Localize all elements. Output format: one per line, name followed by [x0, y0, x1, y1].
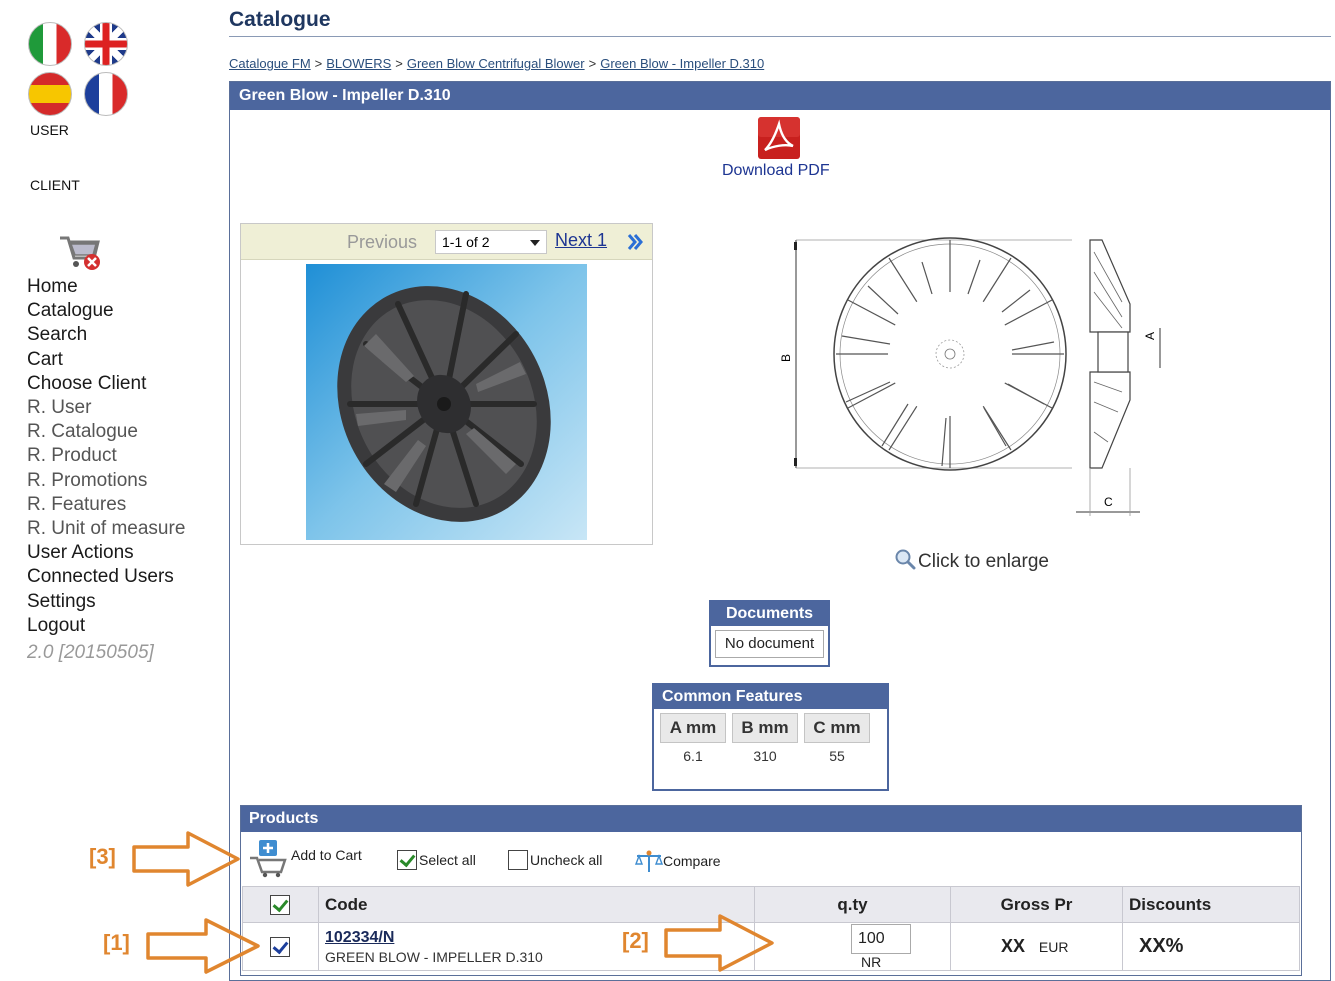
- flag-french-icon[interactable]: [84, 72, 128, 116]
- breadcrumb-separator: >: [314, 56, 323, 71]
- click-to-enlarge[interactable]: Click to enlarge: [894, 548, 1049, 573]
- nav-settings[interactable]: Settings: [27, 590, 185, 614]
- page-title: Catalogue: [229, 8, 331, 31]
- download-pdf-link[interactable]: Download PDF: [722, 162, 830, 180]
- documents-title: Documents: [711, 602, 828, 626]
- product-gallery: Previous 1-1 of 2 Next 1: [240, 223, 653, 545]
- impeller-photo[interactable]: [306, 264, 587, 540]
- header-discounts: Discounts: [1122, 886, 1300, 923]
- breadcrumb-impeller[interactable]: Green Blow - Impeller D.310: [600, 56, 764, 71]
- flag-english-icon[interactable]: [84, 22, 128, 66]
- nav-logout[interactable]: Logout: [27, 614, 185, 638]
- nav-r-features[interactable]: R. Features: [27, 493, 185, 517]
- annotation-3-label: [3]: [89, 844, 116, 869]
- common-features-title: Common Features: [654, 685, 887, 709]
- nav-cart[interactable]: Cart: [27, 348, 185, 372]
- gross-price: XX: [1001, 936, 1026, 956]
- chevron-down-icon: [530, 240, 540, 246]
- row-select-checkbox[interactable]: [269, 936, 290, 957]
- breadcrumb-blowers[interactable]: BLOWERS: [326, 56, 391, 71]
- breadcrumb-separator: >: [395, 56, 403, 71]
- nav-r-unit-of-measure[interactable]: R. Unit of measure: [27, 517, 185, 541]
- client-label: CLIENT: [30, 177, 80, 193]
- select-all-button[interactable]: Select all: [397, 850, 476, 870]
- product-panel-title: Green Blow - Impeller D.310: [230, 82, 1330, 110]
- feature-header-c: C mm: [804, 713, 870, 743]
- gross-currency: EUR: [1038, 939, 1069, 955]
- feature-header-a: A mm: [660, 713, 726, 743]
- quantity-unit: NR: [861, 953, 882, 970]
- pager-next[interactable]: Next 1: [555, 230, 607, 251]
- checkbox-checked-icon: [397, 850, 417, 870]
- flag-spanish-icon[interactable]: [28, 72, 72, 116]
- user-label: USER: [30, 122, 69, 138]
- nav-choose-client[interactable]: Choose Client: [27, 372, 185, 396]
- nav-r-user[interactable]: R. User: [27, 396, 185, 420]
- nav-r-catalogue[interactable]: R. Catalogue: [27, 420, 185, 444]
- features-table: A mm B mm C mm 6.1 310 55: [654, 709, 876, 769]
- header-gross: Gross Pr: [950, 886, 1123, 923]
- gallery-pager: Previous 1-1 of 2 Next 1: [241, 224, 652, 260]
- title-divider: [229, 36, 1331, 37]
- quantity-input[interactable]: 100: [851, 923, 911, 954]
- dimension-a-label: A: [1143, 332, 1157, 340]
- nav-home[interactable]: Home: [27, 275, 185, 299]
- nav-r-promotions[interactable]: R. Promotions: [27, 469, 185, 493]
- breadcrumb-separator: >: [588, 56, 597, 71]
- add-to-cart-icon: [250, 840, 287, 878]
- uncheck-all-button[interactable]: Uncheck all: [508, 850, 602, 870]
- uncheck-all-label: Uncheck all: [530, 852, 603, 868]
- annotation-2-label: [2]: [622, 928, 649, 953]
- pager-previous[interactable]: Previous: [347, 232, 417, 253]
- annotation-3-arrow-icon: [132, 831, 240, 887]
- feature-value-b: 310: [753, 748, 777, 764]
- compare-button[interactable]: Compare: [634, 850, 721, 872]
- products-title: Products: [241, 806, 1301, 832]
- nav-search[interactable]: Search: [27, 323, 185, 347]
- qty-cell: 100 NR: [754, 922, 951, 971]
- discount-cell: XX%: [1122, 922, 1300, 971]
- magnifier-icon: [895, 549, 916, 570]
- compare-label: Compare: [663, 853, 721, 869]
- sidebar-nav: Home Catalogue Search Cart Choose Client…: [27, 275, 185, 638]
- breadcrumb-catalogue-fm[interactable]: Catalogue FM: [229, 56, 311, 71]
- click-to-enlarge-label: Click to enlarge: [918, 551, 1049, 572]
- dimension-b-label: B: [779, 354, 793, 362]
- add-to-cart-label: Add to Cart: [291, 847, 362, 863]
- breadcrumb: Catalogue FM > BLOWERS > Green Blow Centrifu…: [229, 56, 764, 71]
- select-all-label: Select all: [419, 852, 476, 868]
- version-label: 2.0 [20150505]: [27, 642, 154, 663]
- checkbox-checked-icon: [269, 894, 290, 915]
- nav-user-actions[interactable]: User Actions: [27, 541, 185, 565]
- cart-remove-icon[interactable]: [56, 226, 104, 274]
- annotation-2-arrow-icon: [664, 914, 774, 972]
- compare-icon: [634, 850, 664, 872]
- checkbox-empty-icon: [508, 850, 528, 870]
- pager-select-value: 1-1 of 2: [442, 234, 490, 250]
- feature-value-a: 6.1: [683, 748, 703, 764]
- feature-header-b: B mm: [732, 713, 798, 743]
- annotation-1-label: [1]: [103, 930, 130, 955]
- discount-value: XX%: [1139, 935, 1184, 957]
- gross-cell: XX EUR: [950, 922, 1123, 971]
- documents-box: Documents No document: [709, 600, 830, 667]
- feature-value-c: 55: [829, 748, 845, 764]
- pager-select[interactable]: 1-1 of 2: [435, 230, 547, 254]
- dimension-c-label: C: [1104, 495, 1113, 509]
- annotation-1-arrow-icon: [146, 918, 260, 974]
- breadcrumb-green-blow-centrifugal[interactable]: Green Blow Centrifugal Blower: [407, 56, 585, 71]
- nav-connected-users[interactable]: Connected Users: [27, 565, 185, 589]
- flag-italian-icon[interactable]: [28, 22, 72, 66]
- header-qty: q.ty: [754, 886, 951, 923]
- nav-r-product[interactable]: R. Product: [27, 444, 185, 468]
- double-chevron-right-icon[interactable]: [625, 232, 645, 252]
- documents-empty: No document: [715, 630, 824, 658]
- add-to-cart-button[interactable]: Add to Cart: [247, 838, 362, 878]
- technical-drawing[interactable]: B A C: [772, 232, 1172, 522]
- pdf-icon[interactable]: [757, 116, 801, 160]
- nav-catalogue[interactable]: Catalogue: [27, 299, 185, 323]
- common-features-box: Common Features A mm B mm C mm 6.1 310 5…: [652, 683, 889, 791]
